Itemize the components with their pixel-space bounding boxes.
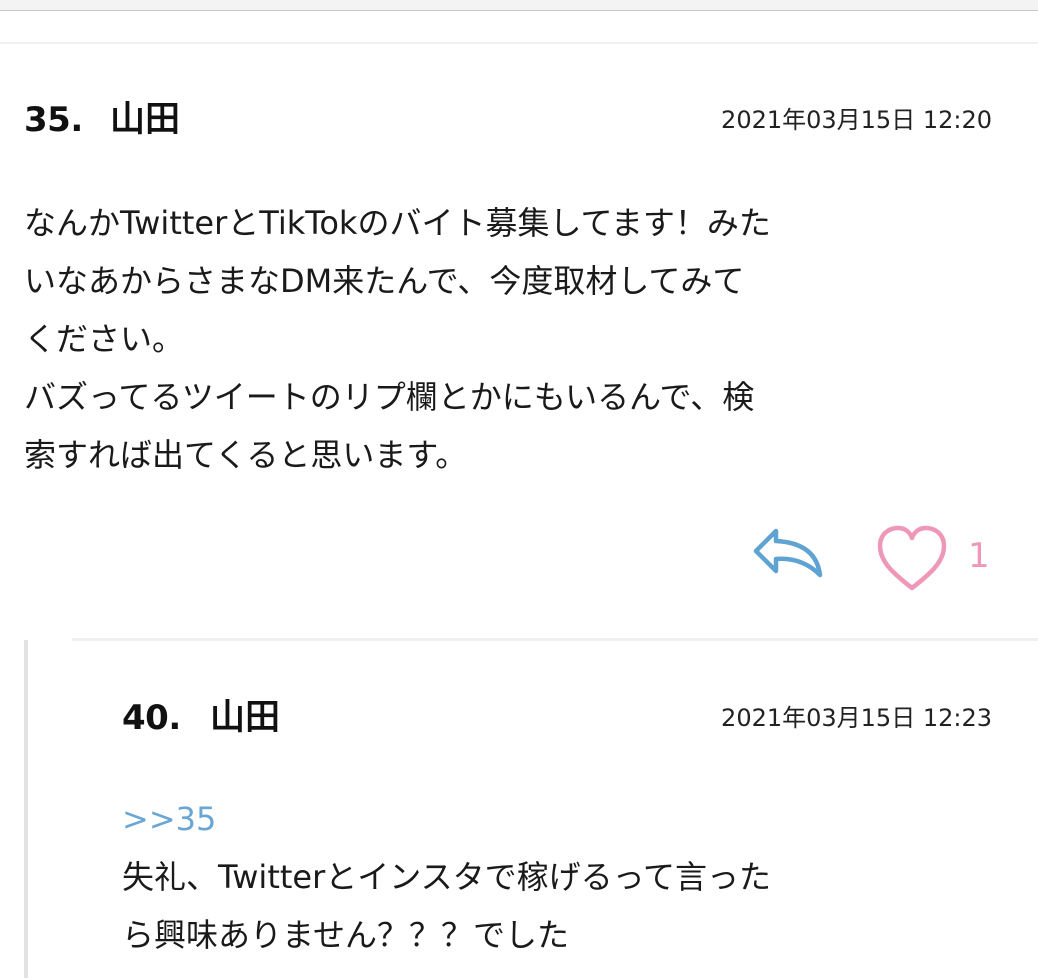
like-count: 1 xyxy=(968,536,990,576)
post-number: 40. xyxy=(122,698,181,738)
post-body-line: なんかTwitterとTikTokのバイト募集してます！みた xyxy=(24,204,771,242)
post-header: 35. 山田 2021年03月15日 12:20 xyxy=(24,96,992,146)
reply-arrow-icon xyxy=(753,528,823,578)
heart-outline-icon xyxy=(877,525,947,591)
poster-name[interactable]: 山田 xyxy=(110,96,180,144)
top-bar xyxy=(0,0,1038,11)
post-date: 2021年03月15日 12:23 xyxy=(721,704,992,732)
poster-name[interactable]: 山田 xyxy=(210,694,280,742)
post-body-line: いなあからさまなDM来たんで、今度取材してみて xyxy=(24,262,745,300)
post-body-line: バズってるツイートのリプ欄とかにもいるんで、検 xyxy=(24,378,755,416)
top-separator xyxy=(0,42,1038,44)
post-body: >>35 失礼、Twitterとインスタで稼げるって言った ら興味ありません？？… xyxy=(122,790,771,964)
post-number: 35. xyxy=(24,100,83,140)
post-body: なんかTwitterとTikTokのバイト募集してます！みた いなあからさまなD… xyxy=(24,194,771,484)
post-body-line: ら興味ありません？？？でした xyxy=(122,916,570,954)
like-button[interactable] xyxy=(874,522,950,594)
post-date: 2021年03月15日 12:20 xyxy=(721,106,992,134)
anchor-link[interactable]: >>35 xyxy=(122,790,771,848)
post-body-line: 索すれば出てくると思います。 xyxy=(24,436,468,474)
post-body-line: 失礼、Twitterとインスタで稼げるって言った xyxy=(122,858,772,896)
post-header: 40. 山田 2021年03月15日 12:23 xyxy=(122,694,992,744)
reply-button[interactable] xyxy=(750,525,828,581)
thread-indent-line xyxy=(24,640,28,978)
post-body-line: ください。 xyxy=(24,320,185,358)
reply-separator xyxy=(72,638,1038,641)
